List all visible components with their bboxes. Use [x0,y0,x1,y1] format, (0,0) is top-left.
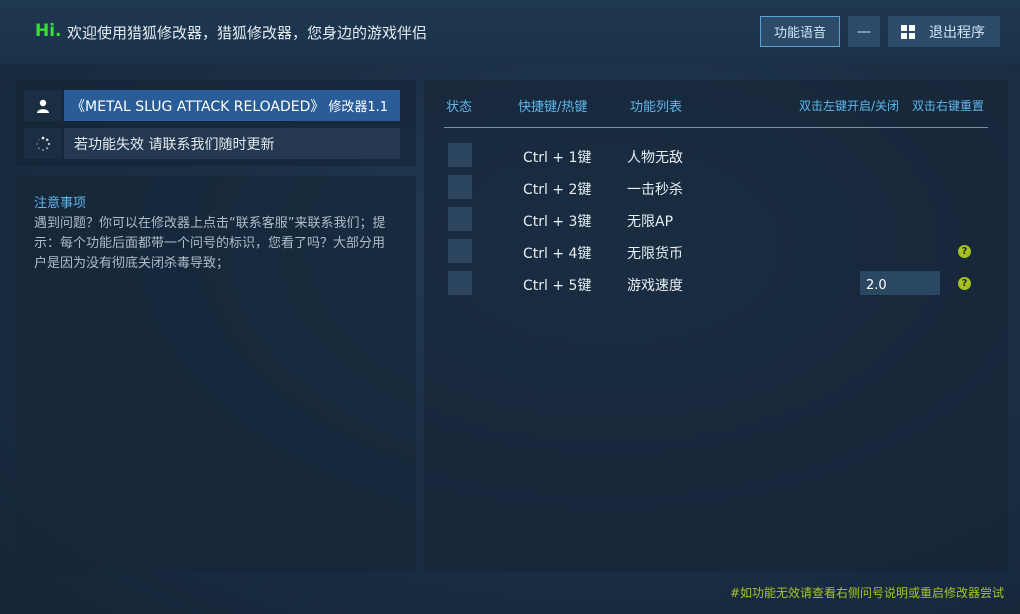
status-checkbox[interactable] [448,207,472,231]
status-column-header: 状态 [446,100,473,115]
status-checkbox[interactable] [448,175,472,199]
update-notice-row[interactable]: 若功能失效 请联系我们随时更新 [24,128,400,159]
footer-hint: #如功能无效请查看右侧问号说明或重启修改器尝试 [729,586,1004,600]
function-name: 无限AP [627,214,674,230]
function-name: 一击秒杀 [627,182,683,198]
function-name: 无限货币 [627,246,683,262]
function-name: 人物无敌 [627,150,683,166]
notes-body: 遇到问题？你可以在修改器上点击“联系客服”来联系我们；提示：每个功能后面都带一个… [34,216,386,271]
trainer-version: 修改器1.1 [328,100,389,115]
function-row[interactable]: Ctrl + 1键 人物无敌 [424,143,1008,169]
exit-program-button[interactable]: 退出程序 [888,16,1000,47]
function-column-header: 功能列表 [630,100,683,115]
help-question-icon[interactable]: ? [958,277,971,290]
loading-icon [24,128,62,159]
game-title-row[interactable]: 《METAL SLUG ATTACK RELOADED》 修改器1.1 [24,90,400,121]
game-name: 《METAL SLUG ATTACK RELOADED》 [71,98,325,115]
right-double-click-hint: 双击右键重置 [912,99,985,113]
hotkey-label: Ctrl + 4键 [523,246,592,262]
header-bar: Hi. 欢迎使用猎狐修改器，猎狐修改器，您身边的游戏伴侣 功能语音 — 退出程序 [0,0,1020,64]
function-row[interactable]: Ctrl + 4键 无限货币 ? [424,239,1008,265]
welcome-text: 欢迎使用猎狐修改器，猎狐修改器，您身边的游戏伴侣 [67,24,428,42]
hotkey-column-header: 快捷键/热键 [518,100,588,115]
function-row[interactable]: Ctrl + 5键 游戏速度 2.0 ? [424,271,1008,297]
windows-icon [901,24,915,39]
hotkey-label: Ctrl + 2键 [523,182,592,198]
function-voice-button[interactable]: 功能语音 [760,16,840,47]
function-row[interactable]: Ctrl + 2键 一击秒杀 [424,175,1008,201]
user-icon [24,90,62,121]
function-row[interactable]: Ctrl + 3键 无限AP [424,207,1008,233]
function-name: 游戏速度 [627,278,683,294]
status-checkbox[interactable] [448,239,472,263]
minimize-button[interactable]: — [848,16,880,47]
status-checkbox[interactable] [448,143,472,167]
header-divider [444,127,988,128]
hotkey-label: Ctrl + 3键 [523,214,592,230]
left-double-click-hint: 双击左键开启/关闭 [799,99,900,113]
exit-program-label: 退出程序 [929,24,985,41]
help-question-icon[interactable]: ? [958,245,971,258]
update-notice-text: 若功能失效 请联系我们随时更新 [64,128,400,159]
game-title: 《METAL SLUG ATTACK RELOADED》 修改器1.1 [64,90,400,121]
hi-logo: Hi. [35,21,62,41]
game-speed-input[interactable]: 2.0 [860,271,940,295]
notes-title: 注意事项 [34,196,87,211]
hotkey-label: Ctrl + 1键 [523,150,592,166]
status-checkbox[interactable] [448,271,472,295]
hotkey-label: Ctrl + 5键 [523,278,592,294]
